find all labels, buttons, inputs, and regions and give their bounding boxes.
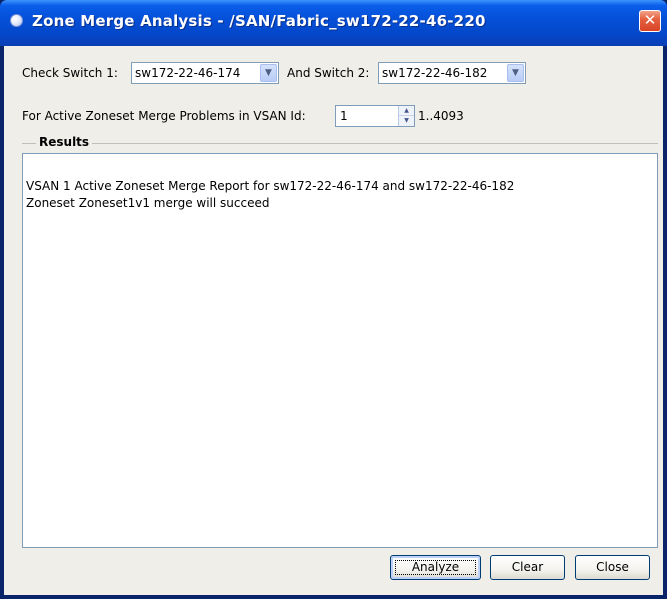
chevron-down-icon[interactable]: ▼ (260, 64, 277, 82)
close-icon: ✕ (643, 11, 657, 29)
spinner-buttons: ▲ ▼ (398, 106, 414, 126)
dialog-window: Zone Merge Analysis - /SAN/Fabric_sw172-… (0, 0, 667, 599)
vsan-id-value: 1 (340, 109, 348, 123)
switch2-dropdown[interactable]: sw172-22-46-182 ▼ (378, 62, 526, 84)
title-bar[interactable]: Zone Merge Analysis - /SAN/Fabric_sw172-… (0, 0, 667, 46)
close-button[interactable]: Close (575, 555, 650, 580)
spinner-up-icon[interactable]: ▲ (399, 106, 414, 116)
results-text-area[interactable]: VSAN 1 Active Zoneset Merge Report for s… (22, 153, 658, 548)
clear-button[interactable]: Clear (490, 555, 565, 580)
analyze-button[interactable]: Analyze (390, 555, 481, 580)
vsan-id-label: For Active Zoneset Merge Problems in VSA… (22, 109, 306, 123)
window-title: Zone Merge Analysis - /SAN/Fabric_sw172-… (32, 12, 486, 30)
results-line: VSAN 1 Active Zoneset Merge Report for s… (26, 179, 515, 193)
close-button-label: Close (596, 560, 629, 574)
switch1-label: Check Switch 1: (22, 66, 118, 80)
vsan-id-spinner[interactable]: 1 ▲ ▼ (335, 105, 415, 127)
switch1-dropdown[interactable]: sw172-22-46-174 ▼ (131, 62, 279, 84)
switch1-selected-value: sw172-22-46-174 (135, 66, 241, 80)
results-group-title: Results (36, 135, 93, 149)
results-group-border (22, 143, 658, 144)
switch2-selected-value: sw172-22-46-182 (382, 66, 488, 80)
close-window-button[interactable]: ✕ (639, 10, 661, 32)
results-line: Zoneset Zoneset1v1 merge will succeed (26, 196, 270, 210)
spinner-down-icon[interactable]: ▼ (399, 116, 414, 126)
window-app-icon (10, 14, 23, 27)
vsan-range-label: 1..4093 (418, 109, 464, 123)
clear-button-label: Clear (511, 560, 544, 574)
chevron-down-icon[interactable]: ▼ (507, 64, 524, 82)
switch2-label: And Switch 2: (287, 66, 370, 80)
dialog-content: Check Switch 1: sw172-22-46-174 ▼ And Sw… (4, 46, 663, 595)
analyze-button-label: Analyze (411, 560, 460, 574)
